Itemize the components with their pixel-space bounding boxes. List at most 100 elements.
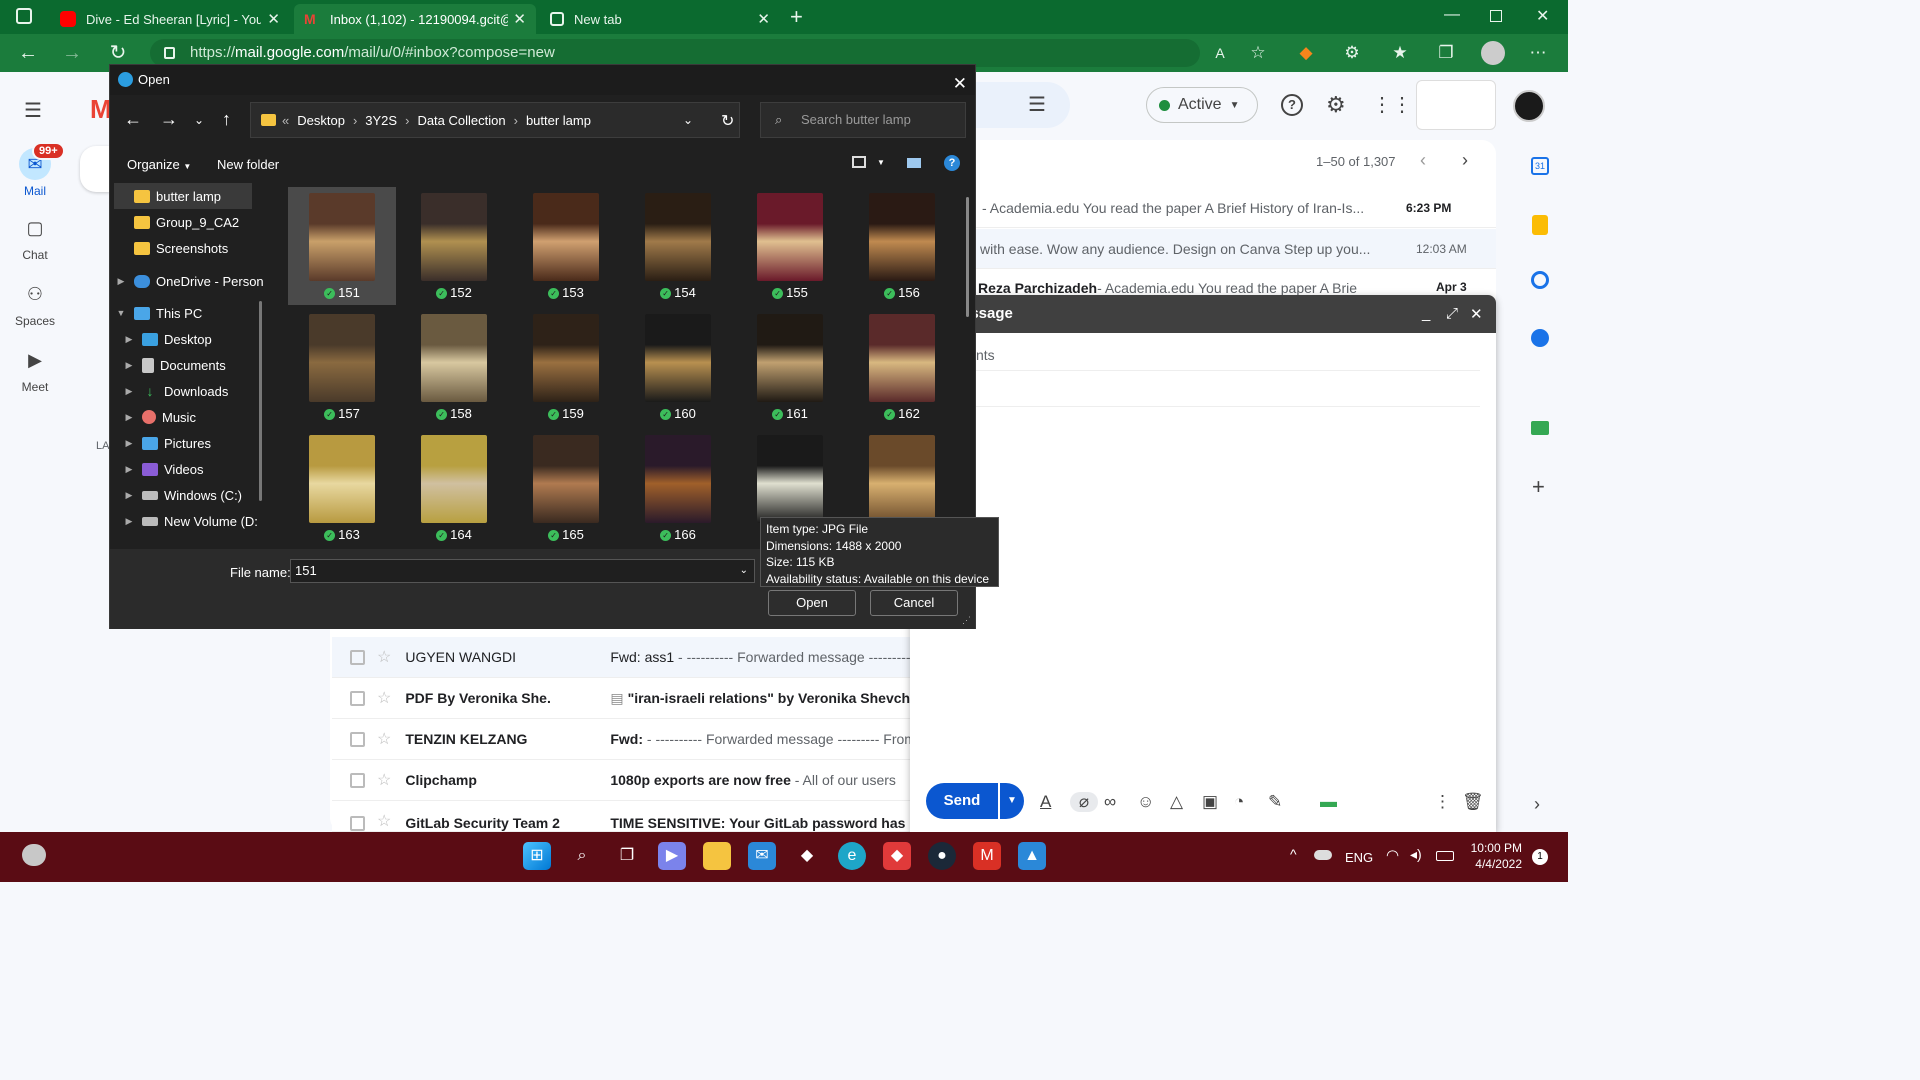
mail-row[interactable]: ☆ UGYEN WANGDI Fwd: ass1 - ---------- Fo…	[332, 637, 912, 678]
volume-icon[interactable]: ◂)	[1410, 846, 1422, 863]
formatting-icon[interactable]: A	[1040, 792, 1051, 812]
scrollbar-thumb[interactable]	[966, 197, 969, 317]
nav-item-desktop[interactable]: ▶ Desktop	[122, 326, 270, 352]
link-icon[interactable]: ∞	[1104, 792, 1116, 812]
tab-youtube[interactable]: Dive - Ed Sheeran [Lyric] - YouTu ✕	[50, 4, 290, 34]
attach-icon[interactable]: ⌀	[1070, 792, 1098, 812]
extensions-icon[interactable]: ⚙	[1340, 42, 1364, 64]
emoji-icon[interactable]: ☺	[1137, 792, 1154, 812]
prev-page-icon[interactable]: ‹	[1420, 150, 1426, 171]
favorites-icon[interactable]: ★	[1388, 42, 1412, 64]
close-icon[interactable]: ✕	[513, 10, 526, 28]
addon-compose-icon[interactable]: ▬	[1320, 792, 1337, 812]
start-icon[interactable]: ⊞	[523, 842, 551, 870]
chevron-down-icon[interactable]: ⌄	[683, 113, 693, 127]
status-chip[interactable]: Active ▼	[1146, 87, 1258, 123]
language-indicator[interactable]: ENG	[1345, 850, 1373, 865]
help-icon[interactable]: ?	[1281, 94, 1303, 116]
file-grid-scrollbar[interactable]	[966, 181, 972, 549]
keep-icon[interactable]	[1532, 215, 1548, 235]
checkbox[interactable]	[350, 690, 365, 706]
resize-grip-icon[interactable]: ⋰	[962, 615, 971, 626]
star-icon[interactable]: ☆	[377, 647, 391, 667]
window-close-icon[interactable]: ✕	[1536, 6, 1549, 26]
compose-button-edge[interactable]	[80, 146, 110, 192]
dialog-titlebar[interactable]: Open ✕	[110, 65, 975, 95]
chevron-right-icon[interactable]: ▶	[122, 490, 136, 501]
nav-item-windows-c[interactable]: ▶ Windows (C:)	[122, 482, 270, 508]
mail-row-top-3[interactable]: Reza Parchizadeh - Academia.edu You read…	[976, 270, 1496, 296]
chevron-right-icon[interactable]: ▶	[122, 334, 136, 345]
send-button[interactable]: Send	[926, 783, 998, 819]
recent-locations-icon[interactable]: ⌄	[194, 113, 204, 127]
nav-item-screenshots[interactable]: Screenshots	[114, 235, 270, 261]
expand-panel-icon[interactable]: ›	[1534, 794, 1540, 815]
nav-item-onedrive[interactable]: ▶ OneDrive - Person	[114, 268, 270, 294]
file-thumbnail[interactable]: ✓ 158	[400, 308, 508, 426]
nav-item-this-pc[interactable]: ▼ This PC	[114, 300, 270, 326]
search-input[interactable]: ⌕ Search butter lamp	[760, 102, 966, 138]
chevron-down-icon[interactable]: ⌄	[740, 560, 748, 582]
file-thumbnail[interactable]: ✓ 154	[624, 187, 732, 305]
notification-badge[interactable]: 1	[1532, 849, 1548, 865]
up-icon[interactable]: ↑	[222, 109, 231, 130]
mail-row[interactable]: ☆ PDF By Veronika She. ▤ "iran-israeli re…	[332, 678, 912, 719]
file-thumbnail[interactable]: ✓ 152	[400, 187, 508, 305]
add-tab-icon[interactable]: +	[790, 4, 803, 30]
file-thumbnail[interactable]: ✓ 153	[512, 187, 620, 305]
chevron-down-icon[interactable]: ▼	[877, 158, 885, 167]
battery-icon[interactable]	[1436, 851, 1454, 861]
nav-item-documents[interactable]: ▶ Documents	[122, 352, 270, 378]
office-app-icon[interactable]: ◆	[883, 842, 911, 870]
breadcrumb[interactable]: « Desktop › 3Y2S › Data Collection › butter…	[250, 102, 740, 138]
file-thumbnail[interactable]: ✓ 164	[400, 429, 508, 547]
read-aloud-icon[interactable]: A	[1208, 42, 1232, 64]
nav-item-downloads[interactable]: ▶ ↓ Downloads	[122, 378, 270, 404]
file-thumbnail[interactable]: ✓ 162	[848, 308, 956, 426]
minimize-icon[interactable]: _	[1422, 305, 1430, 322]
hamburger-menu-icon[interactable]: ☰	[24, 98, 42, 123]
collections-icon[interactable]: ❐	[1434, 42, 1458, 64]
forward-icon[interactable]: →	[160, 109, 178, 130]
help-icon[interactable]: ?	[944, 155, 960, 171]
clock[interactable]: 10:00 PM 4/4/2022	[1466, 840, 1522, 872]
body-field[interactable]	[976, 409, 1480, 769]
reload-icon[interactable]: ↻	[104, 40, 132, 66]
mail-app-icon[interactable]: ✉	[748, 842, 776, 870]
gmail-app-icon[interactable]: M	[973, 842, 1001, 870]
mail-row[interactable]: ☆ GitLab Security Team 2 TIME SENSITIVE:…	[332, 801, 912, 832]
nav-item-videos[interactable]: ▶ Videos	[122, 456, 270, 482]
task-view-icon[interactable]: ❐	[613, 842, 641, 870]
nav-item-group-9-ca2[interactable]: Group_9_CA2	[114, 209, 270, 235]
breadcrumb-item[interactable]: Data Collection	[417, 113, 505, 128]
file-thumbnail[interactable]: ✓ 151	[288, 187, 396, 305]
teams-chat-icon[interactable]: ▶	[658, 842, 686, 870]
apps-grid-icon[interactable]: ⋮⋮	[1372, 92, 1412, 117]
file-thumbnail[interactable]: ✓ 156	[848, 187, 956, 305]
chevron-right-icon[interactable]: ▶	[122, 412, 136, 423]
view-mode-icon[interactable]	[852, 156, 866, 168]
minimize-icon[interactable]: —	[1444, 6, 1460, 24]
search-options-icon[interactable]: ☰	[1028, 92, 1046, 117]
weather-icon[interactable]	[22, 844, 46, 866]
chevron-right-icon[interactable]: ▶	[122, 386, 136, 397]
checkbox[interactable]	[350, 731, 365, 747]
nav-item-butter-lamp[interactable]: butter lamp	[114, 183, 252, 209]
settings-icon[interactable]: ⚙	[1326, 92, 1346, 118]
file-thumbnail[interactable]: ✓ 165	[512, 429, 620, 547]
more-options-icon[interactable]: ⋮	[1434, 792, 1451, 812]
rail-chat[interactable]: ▢ Chat	[0, 212, 70, 263]
close-icon[interactable]: ✕	[757, 10, 770, 28]
maximize-icon[interactable]	[1490, 10, 1502, 22]
recipients-field[interactable]: nts	[976, 339, 1480, 371]
signature-icon[interactable]: ✎	[1268, 792, 1282, 812]
checkbox[interactable]	[350, 649, 365, 665]
refresh-icon[interactable]: ↻	[721, 111, 734, 131]
chevron-right-icon[interactable]: ▶	[114, 276, 128, 287]
tasks-icon[interactable]	[1531, 271, 1549, 289]
confidential-icon[interactable]: ◔	[1234, 792, 1244, 812]
steam-icon[interactable]: ●	[928, 842, 956, 870]
profile-avatar[interactable]	[1481, 41, 1505, 65]
photo-icon[interactable]: ▣	[1202, 792, 1218, 812]
breadcrumb-item[interactable]: Desktop	[297, 113, 345, 128]
